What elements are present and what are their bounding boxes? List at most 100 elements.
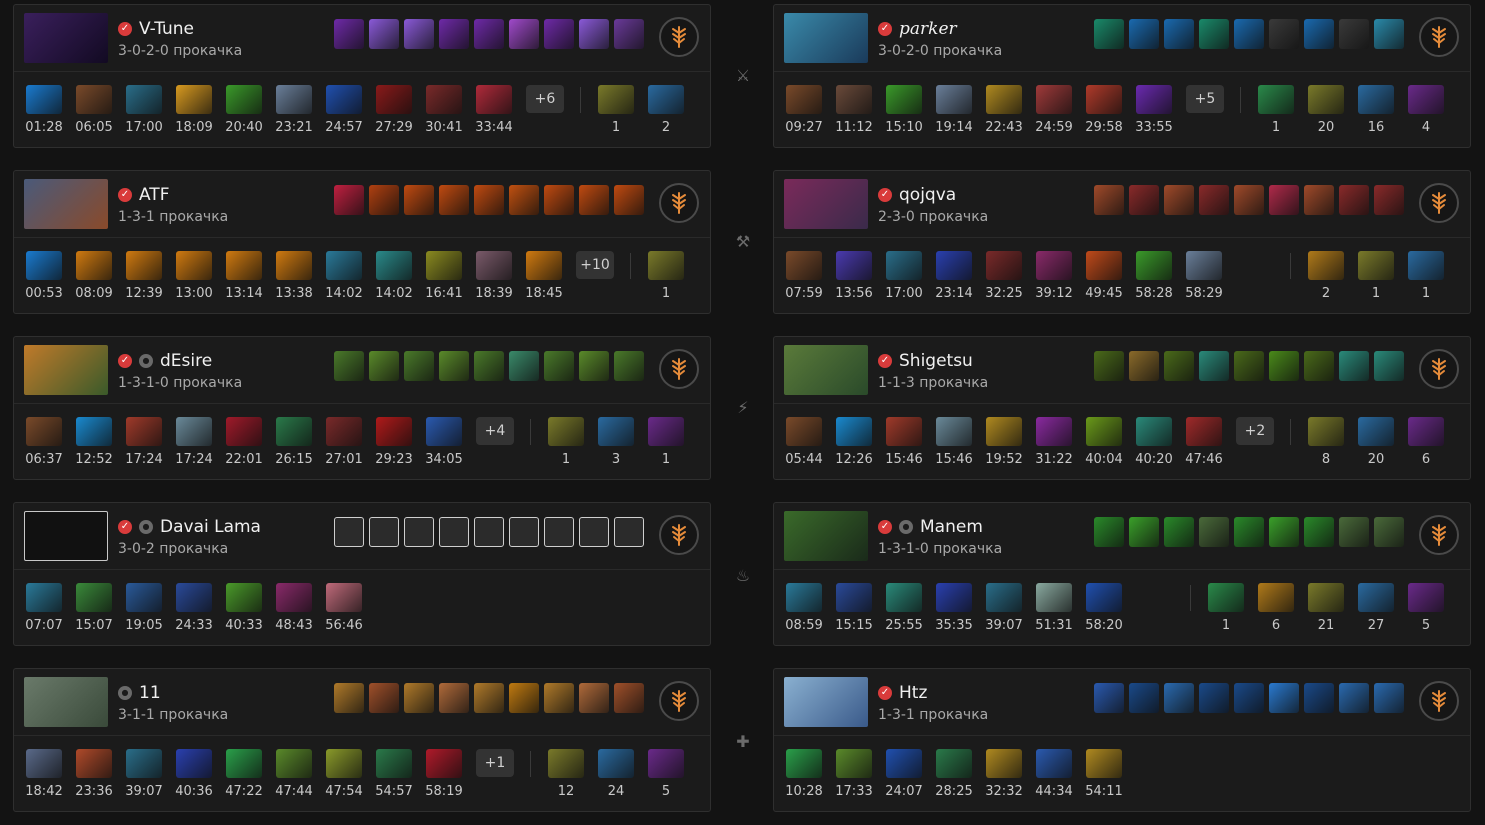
talent-tree-icon[interactable]: [659, 17, 699, 57]
ability-icon[interactable]: [439, 683, 469, 713]
item-entry[interactable]: 17:00: [884, 251, 924, 301]
item-entry[interactable]: 15:46: [934, 417, 974, 467]
neutral-item-entry[interactable]: 1: [546, 417, 586, 467]
ability-icon[interactable]: [509, 19, 539, 49]
neutral-item-entry[interactable]: 5: [1406, 583, 1446, 633]
item-icon[interactable]: [26, 85, 62, 114]
item-entry[interactable]: 24:57: [324, 85, 364, 135]
neutral-item-entry[interactable]: 27: [1356, 583, 1396, 633]
ability-icon[interactable]: [579, 19, 609, 49]
item-entry[interactable]: 01:28: [24, 85, 64, 135]
item-entry[interactable]: 07:07: [24, 583, 64, 633]
item-icon[interactable]: [886, 749, 922, 778]
ability-icon[interactable]: [1374, 19, 1404, 49]
item-entry[interactable]: 24:33: [174, 583, 214, 633]
ability-icon[interactable]: [509, 351, 539, 381]
ability-icon[interactable]: [1129, 683, 1159, 713]
ability-icon[interactable]: [544, 19, 574, 49]
ability-icon[interactable]: [334, 19, 364, 49]
item-entry[interactable]: 11:12: [834, 85, 874, 135]
item-icon[interactable]: [76, 583, 112, 612]
neutral-item-entry[interactable]: 1: [1206, 583, 1246, 633]
item-icon[interactable]: [226, 251, 262, 280]
item-entry[interactable]: 58:29: [1184, 251, 1224, 301]
player-name[interactable]: parker: [899, 19, 957, 39]
item-icon[interactable]: [1036, 417, 1072, 446]
item-icon[interactable]: [986, 749, 1022, 778]
ability-icon[interactable]: [1199, 185, 1229, 215]
ability-icon[interactable]: [404, 19, 434, 49]
item-entry[interactable]: 48:43: [274, 583, 314, 633]
ability-icon[interactable]: [439, 185, 469, 215]
item-entry[interactable]: 58:20: [1084, 583, 1124, 633]
item-icon[interactable]: [326, 85, 362, 114]
item-icon[interactable]: [1136, 251, 1172, 280]
neutral-item-icon[interactable]: [1408, 85, 1444, 114]
item-icon[interactable]: [126, 251, 162, 280]
talent-tree-icon[interactable]: [1419, 183, 1459, 223]
item-icon[interactable]: [376, 85, 412, 114]
ability-icon[interactable]: [579, 185, 609, 215]
ability-icon[interactable]: [1269, 351, 1299, 381]
player-name[interactable]: qojqva: [899, 185, 956, 205]
item-entry[interactable]: 19:52: [984, 417, 1024, 467]
item-icon[interactable]: [786, 417, 822, 446]
ability-icon[interactable]: [1199, 351, 1229, 381]
ability-icon[interactable]: [614, 683, 644, 713]
hero-portrait[interactable]: [784, 345, 868, 395]
ability-icon[interactable]: [1234, 185, 1264, 215]
ability-icon[interactable]: [439, 19, 469, 49]
item-icon[interactable]: [226, 749, 262, 778]
ability-icon[interactable]: [1304, 517, 1334, 547]
item-icon[interactable]: [326, 583, 362, 612]
neutral-item-entry[interactable]: 16: [1356, 85, 1396, 135]
ability-icon[interactable]: [1094, 185, 1124, 215]
ability-icon[interactable]: [474, 517, 504, 547]
item-icon[interactable]: [1086, 417, 1122, 446]
item-entry[interactable]: 20:40: [224, 85, 264, 135]
item-entry[interactable]: 24:59: [1034, 85, 1074, 135]
ability-icon[interactable]: [369, 185, 399, 215]
item-icon[interactable]: [376, 749, 412, 778]
item-icon[interactable]: [26, 417, 62, 446]
ability-icon[interactable]: [474, 683, 504, 713]
ability-icon[interactable]: [579, 517, 609, 547]
item-entry[interactable]: 39:07: [984, 583, 1024, 633]
neutral-item-icon[interactable]: [598, 749, 634, 778]
item-icon[interactable]: [226, 417, 262, 446]
ability-icon[interactable]: [544, 683, 574, 713]
item-icon[interactable]: [1036, 85, 1072, 114]
neutral-item-entry[interactable]: 1: [646, 417, 686, 467]
item-entry[interactable]: 10:28: [784, 749, 824, 799]
item-entry[interactable]: 09:27: [784, 85, 824, 135]
item-entry[interactable]: 14:02: [324, 251, 364, 301]
ability-icon[interactable]: [439, 517, 469, 547]
neutral-item-entry[interactable]: 20: [1306, 85, 1346, 135]
ability-icon[interactable]: [1164, 683, 1194, 713]
neutral-item-entry[interactable]: 4: [1406, 85, 1446, 135]
neutral-item-entry[interactable]: 2: [646, 85, 686, 135]
ability-icon[interactable]: [404, 185, 434, 215]
item-entry[interactable]: 35:35: [934, 583, 974, 633]
item-entry[interactable]: 39:12: [1034, 251, 1074, 301]
neutral-item-icon[interactable]: [1258, 85, 1294, 114]
item-icon[interactable]: [176, 85, 212, 114]
item-icon[interactable]: [936, 583, 972, 612]
item-icon[interactable]: [526, 251, 562, 280]
ability-icon[interactable]: [1199, 517, 1229, 547]
item-entry[interactable]: 17:00: [124, 85, 164, 135]
neutral-item-icon[interactable]: [1258, 583, 1294, 612]
more-items-button[interactable]: +1: [476, 749, 514, 777]
item-entry[interactable]: 32:25: [984, 251, 1024, 301]
item-icon[interactable]: [936, 251, 972, 280]
ability-icon[interactable]: [579, 351, 609, 381]
player-name[interactable]: 11: [139, 683, 161, 703]
ability-icon[interactable]: [334, 351, 364, 381]
item-entry[interactable]: 47:44: [274, 749, 314, 799]
talent-tree-icon[interactable]: [659, 349, 699, 389]
neutral-item-icon[interactable]: [1308, 251, 1344, 280]
item-icon[interactable]: [426, 417, 462, 446]
neutral-item-icon[interactable]: [1408, 583, 1444, 612]
item-icon[interactable]: [126, 85, 162, 114]
item-entry[interactable]: 13:14: [224, 251, 264, 301]
